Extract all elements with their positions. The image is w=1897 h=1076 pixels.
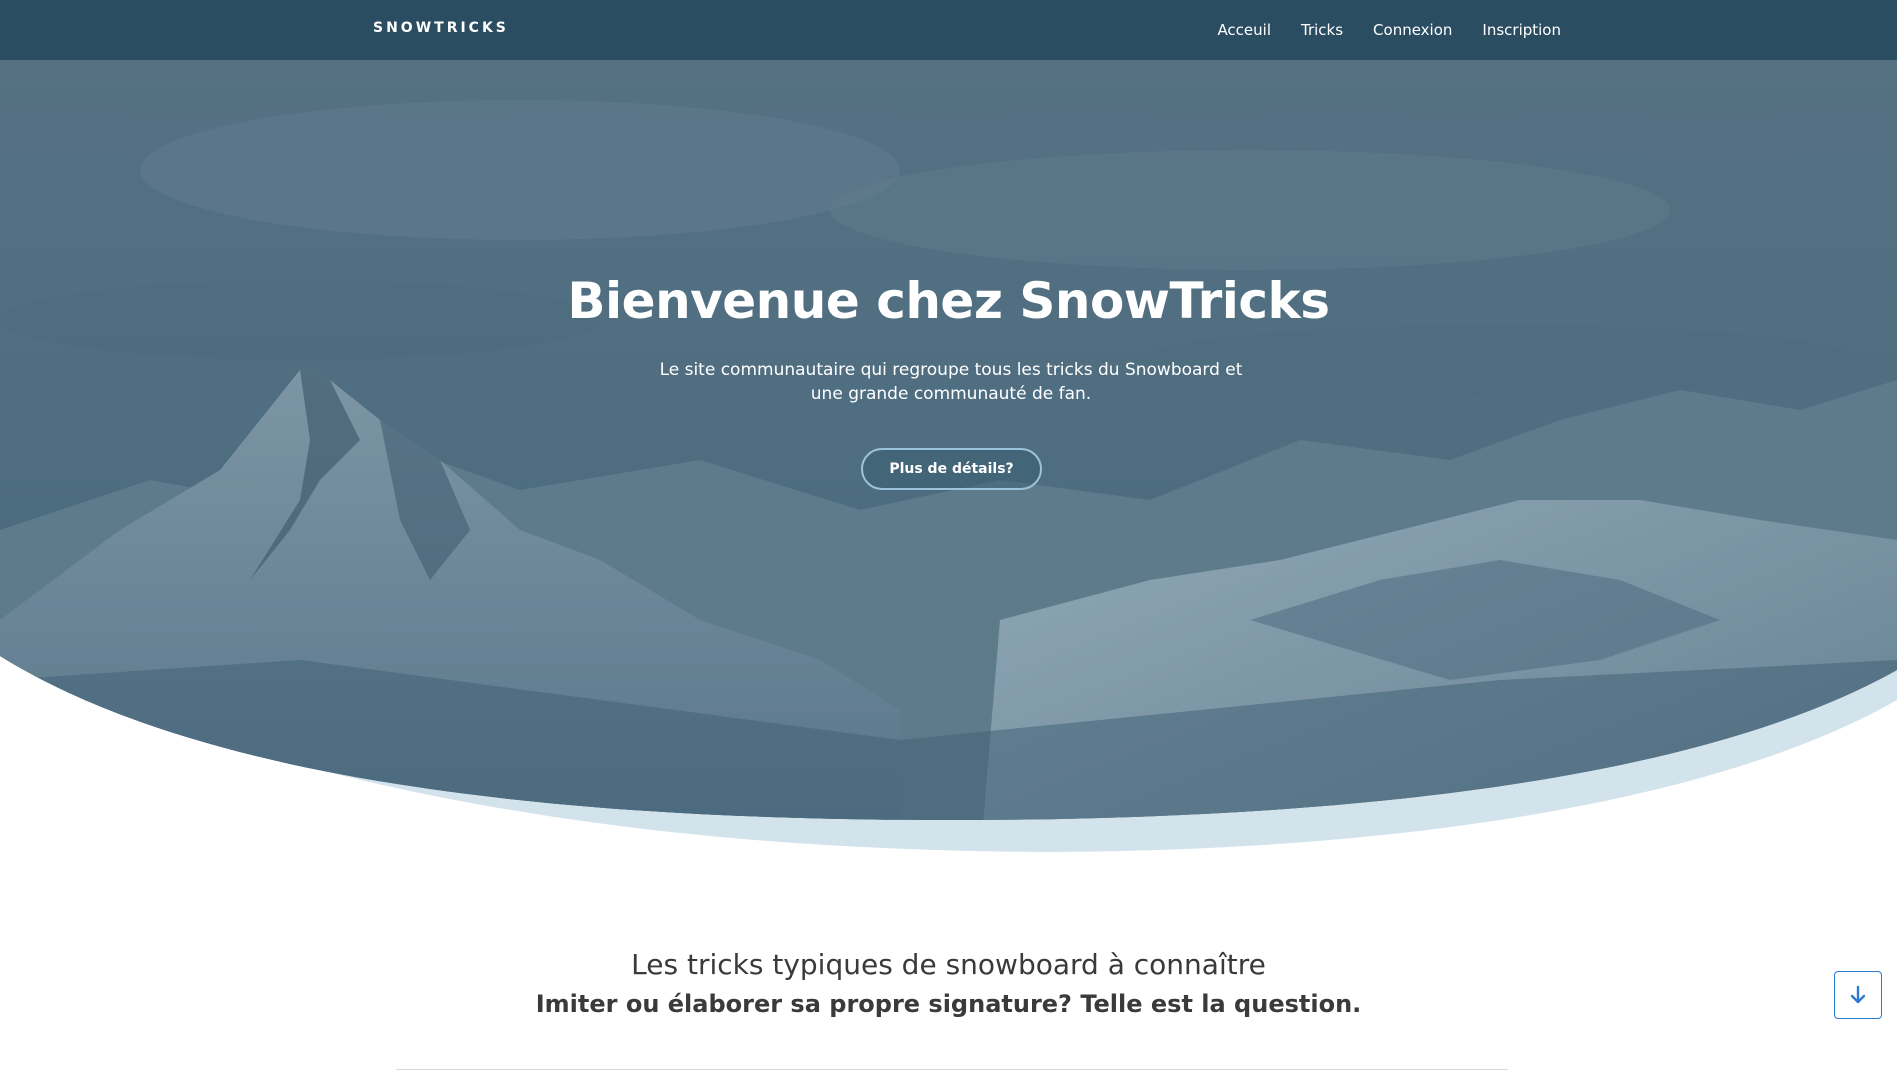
details-button[interactable]: Plus de détails? bbox=[861, 448, 1042, 490]
scroll-down-button[interactable] bbox=[1834, 971, 1882, 1019]
hero-title: Bienvenue chez SnowTricks bbox=[567, 272, 1330, 330]
arrow-down-icon bbox=[1850, 985, 1866, 1004]
section-subtitle: Imiter ou élaborer sa propre signature? … bbox=[535, 990, 1362, 1018]
hero-section: Bienvenue chez SnowTricks Le site commun… bbox=[0, 60, 1897, 860]
navbar: SNOWTRICKS Acceuil Tricks Connexion Insc… bbox=[0, 0, 1897, 60]
nav-link-inscription[interactable]: Inscription bbox=[1482, 21, 1561, 39]
section-divider bbox=[396, 1069, 1508, 1070]
nav-link-tricks[interactable]: Tricks bbox=[1301, 21, 1343, 39]
hero-subtitle: Le site communautaire qui regroupe tous … bbox=[659, 360, 1243, 404]
section-title: Les tricks typiques de snowboard à conna… bbox=[631, 948, 1266, 981]
nav-links: Acceuil Tricks Connexion Inscription bbox=[1217, 21, 1561, 39]
brand-logo[interactable]: SNOWTRICKS bbox=[373, 20, 509, 36]
nav-link-connexion[interactable]: Connexion bbox=[1373, 21, 1452, 39]
nav-link-acceuil[interactable]: Acceuil bbox=[1217, 21, 1271, 39]
